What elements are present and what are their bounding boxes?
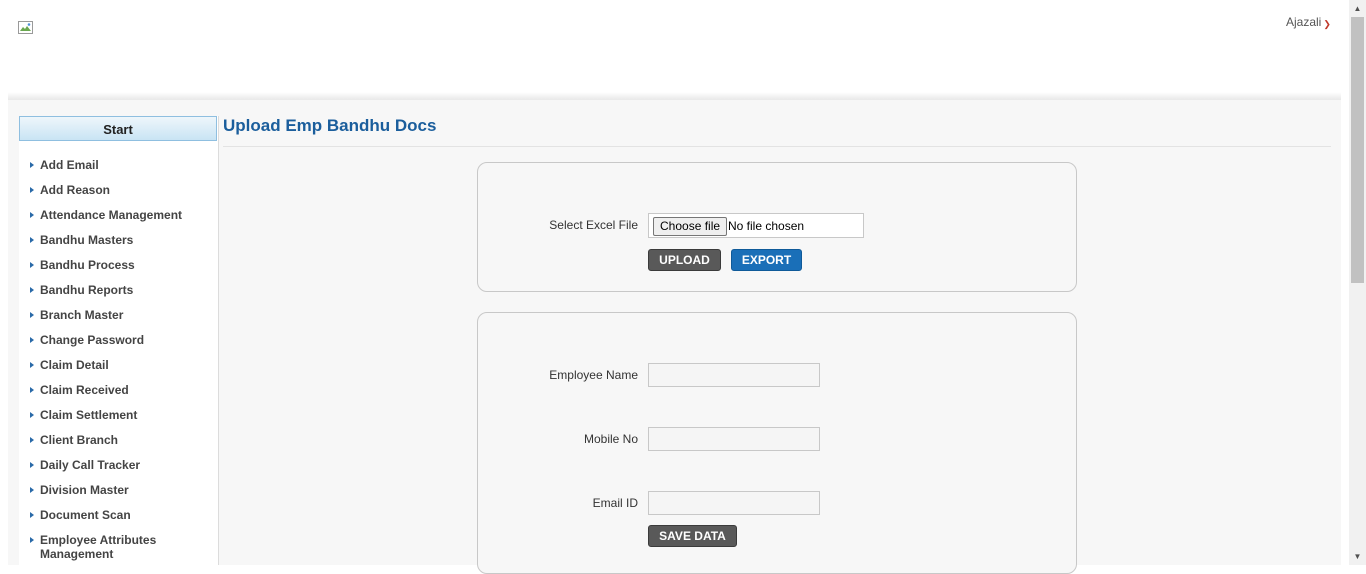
triangle-right-icon bbox=[30, 462, 34, 468]
sidebar-item-label: Claim Received bbox=[40, 383, 129, 397]
sidebar-item-add-reason[interactable]: Add Reason bbox=[19, 181, 218, 206]
sidebar-header[interactable]: Start bbox=[19, 116, 217, 141]
sidebar-item-label: Division Master bbox=[40, 483, 129, 497]
sidebar-item-label: Client Branch bbox=[40, 433, 119, 447]
triangle-right-icon bbox=[30, 412, 34, 418]
sidebar-item-add-email[interactable]: Add Email bbox=[19, 156, 218, 181]
upload-button[interactable]: UPLOAD bbox=[648, 249, 721, 271]
sidebar-item-label: Add Reason bbox=[40, 183, 111, 197]
sidebar-item-label: Document Scan bbox=[40, 508, 131, 522]
triangle-right-icon bbox=[30, 487, 34, 493]
save-data-button[interactable]: SAVE DATA bbox=[648, 525, 737, 547]
triangle-right-icon bbox=[30, 437, 34, 443]
sidebar: Start Add Email Add Reason Attendance Ma… bbox=[19, 116, 219, 565]
triangle-right-icon bbox=[30, 387, 34, 393]
mobile-no-label: Mobile No bbox=[583, 432, 638, 446]
sidebar-item-branch-master[interactable]: Branch Master bbox=[19, 306, 218, 331]
sidebar-item-label: Claim Detail bbox=[40, 358, 109, 372]
chevron-down-icon: ❯ bbox=[1323, 19, 1331, 29]
sidebar-item-bandhu-process[interactable]: Bandhu Process bbox=[19, 256, 218, 281]
page-title: Upload Emp Bandhu Docs bbox=[223, 116, 437, 135]
sidebar-item-change-password[interactable]: Change Password bbox=[19, 331, 218, 356]
email-id-input[interactable] bbox=[648, 491, 820, 515]
triangle-right-icon bbox=[30, 287, 34, 293]
triangle-right-icon bbox=[30, 537, 34, 543]
select-excel-file-label: Select Excel File bbox=[549, 218, 638, 232]
sidebar-item-label: Daily Call Tracker bbox=[40, 458, 141, 472]
sidebar-item-label: Branch Master bbox=[40, 308, 124, 322]
file-status-text: No file chosen bbox=[728, 219, 805, 233]
excel-file-input[interactable]: Choose file No file chosen bbox=[648, 213, 864, 238]
mobile-no-input[interactable] bbox=[648, 427, 820, 451]
sidebar-item-label: Change Password bbox=[40, 333, 145, 347]
sidebar-item-claim-received[interactable]: Claim Received bbox=[19, 381, 218, 406]
sidebar-item-division-master[interactable]: Division Master bbox=[19, 481, 218, 506]
scrollbar-thumb[interactable] bbox=[1351, 17, 1364, 283]
sidebar-item-employee-attributes-management[interactable]: Employee Attributes Management bbox=[19, 531, 218, 563]
sidebar-item-label: Attendance Management bbox=[40, 208, 183, 222]
sidebar-item-claim-detail[interactable]: Claim Detail bbox=[19, 356, 218, 381]
triangle-right-icon bbox=[30, 237, 34, 243]
employee-name-label: Employee Name bbox=[549, 368, 638, 382]
sidebar-item-label: Add Email bbox=[40, 158, 99, 172]
title-divider bbox=[223, 146, 1331, 147]
triangle-right-icon bbox=[30, 337, 34, 343]
sidebar-item-label: Bandhu Process bbox=[40, 258, 135, 272]
triangle-right-icon bbox=[30, 512, 34, 518]
sidebar-item-document-scan[interactable]: Document Scan bbox=[19, 506, 218, 531]
triangle-right-icon bbox=[30, 212, 34, 218]
triangle-right-icon bbox=[30, 162, 34, 168]
sidebar-item-label: Employee Attributes Management bbox=[40, 533, 157, 561]
sidebar-item-client-branch[interactable]: Client Branch bbox=[19, 431, 218, 456]
sidebar-item-label: Claim Settlement bbox=[40, 408, 138, 422]
sidebar-item-bandhu-masters[interactable]: Bandhu Masters bbox=[19, 231, 218, 256]
triangle-right-icon bbox=[30, 262, 34, 268]
sidebar-item-label: Bandhu Reports bbox=[40, 283, 134, 297]
email-id-label: Email ID bbox=[592, 496, 638, 510]
sidebar-item-claim-settlement[interactable]: Claim Settlement bbox=[19, 406, 218, 431]
user-menu[interactable]: Ajazali ❯ bbox=[1286, 15, 1331, 29]
header-divider bbox=[8, 92, 1341, 100]
scroll-down-icon[interactable]: ▼ bbox=[1349, 548, 1366, 565]
triangle-right-icon bbox=[30, 187, 34, 193]
sidebar-item-bandhu-reports[interactable]: Bandhu Reports bbox=[19, 281, 218, 306]
user-name: Ajazali bbox=[1286, 15, 1322, 29]
export-button[interactable]: EXPORT bbox=[731, 249, 802, 271]
sidebar-item-attendance-management[interactable]: Attendance Management bbox=[19, 206, 218, 231]
employee-name-input[interactable] bbox=[648, 363, 820, 387]
broken-image-icon bbox=[18, 21, 34, 35]
choose-file-button[interactable]: Choose file bbox=[653, 217, 728, 236]
scroll-up-icon[interactable]: ▲ bbox=[1349, 0, 1366, 17]
triangle-right-icon bbox=[30, 312, 34, 318]
scrollbar[interactable]: ▲ ▼ bbox=[1349, 0, 1366, 565]
sidebar-item-daily-call-tracker[interactable]: Daily Call Tracker bbox=[19, 456, 218, 481]
sidebar-menu: Add Email Add Reason Attendance Manageme… bbox=[19, 156, 218, 563]
sidebar-item-label: Bandhu Masters bbox=[40, 233, 134, 247]
triangle-right-icon bbox=[30, 362, 34, 368]
